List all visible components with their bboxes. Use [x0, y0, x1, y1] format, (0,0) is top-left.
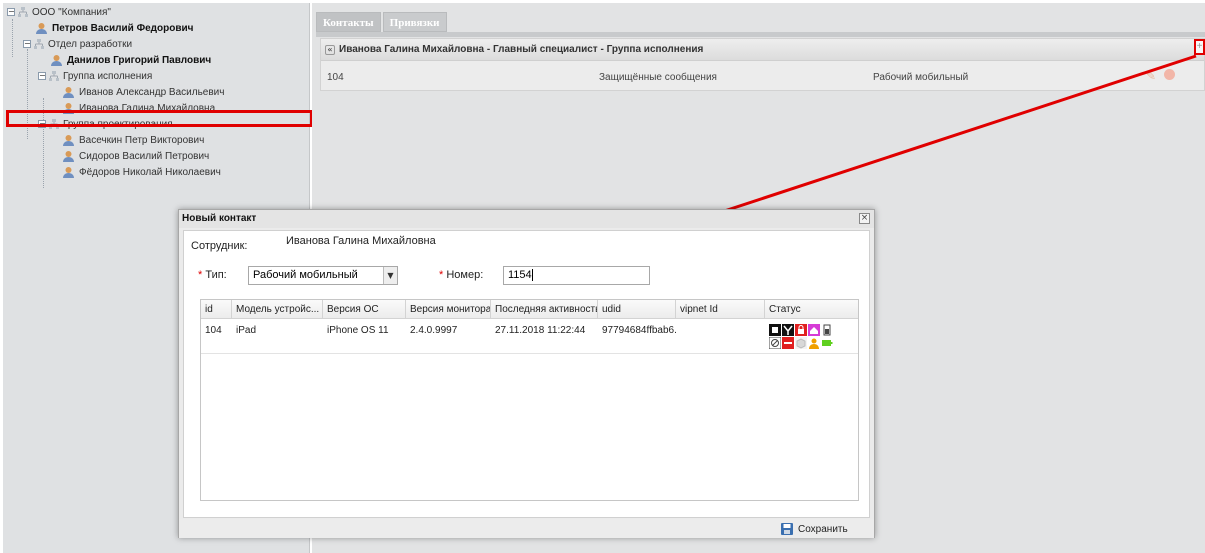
column-header-model[interactable]: Модель устройс... [232, 300, 323, 319]
tree-item-label: Отдел разработки [48, 38, 133, 50]
home-icon [808, 324, 820, 336]
person-icon [63, 86, 74, 98]
type-label-text: Тип: [205, 269, 227, 281]
cell-monitor: 2.4.0.9997 [410, 325, 458, 336]
collapse-icon[interactable]: « [325, 44, 335, 55]
battery-icon [822, 340, 833, 346]
column-header-id[interactable]: id [201, 300, 232, 319]
column-header-monitor[interactable]: Версия монитора [406, 300, 491, 319]
tree-item-person[interactable]: Васечкин Петр Викторович [62, 132, 204, 148]
dialog-footer: Сохранить [179, 519, 874, 538]
selection-annotation-box [6, 110, 313, 127]
tree-item-label: ООО "Компания" [32, 6, 111, 18]
delete-icon[interactable] [1164, 69, 1175, 80]
contact-group-title: Иванова Галина Михайловна - Главный спец… [339, 44, 704, 55]
table-row[interactable]: 104 iPad iPhone OS 11 2.4.0.9997 27.11.2… [201, 319, 858, 354]
devices-grid: id Модель устройс... Версия ОС Версия мо… [200, 299, 859, 501]
cell-os: iPhone OS 11 [327, 325, 389, 336]
tree-item-person[interactable]: Фёдоров Николай Николаевич [62, 164, 221, 180]
tab-bar: Контакты Привязки [316, 12, 449, 32]
save-button[interactable]: Сохранить [781, 521, 848, 537]
dialog-body: Сотрудник: Иванова Галина Михайловна * Т… [183, 230, 870, 518]
number-input[interactable]: 1154 [503, 266, 650, 285]
column-header-os[interactable]: Версия ОС [323, 300, 406, 319]
org-icon [34, 39, 44, 49]
collapse-icon[interactable]: − [23, 40, 31, 48]
person-icon [36, 22, 47, 34]
tab-strip [316, 32, 1205, 37]
battery-vertical-icon [823, 324, 831, 336]
new-contact-dialog: Новый контакт × Сотрудник: Иванова Галин… [178, 209, 875, 538]
employee-value: Иванова Галина Михайловна [286, 235, 436, 247]
person-icon [51, 54, 62, 66]
add-contact-button[interactable]: + [1194, 39, 1205, 55]
org-icon [49, 71, 59, 81]
person-icon [63, 166, 74, 178]
edit-icon[interactable]: ✎ [1146, 69, 1156, 83]
contact-type: Рабочий мобильный [873, 72, 969, 83]
tree-item-department[interactable]: − Отдел разработки [23, 36, 132, 52]
employee-label: Сотрудник: [191, 240, 248, 252]
tree-item-group[interactable]: − Группа исполнения [38, 68, 152, 84]
tab-contacts[interactable]: Контакты [316, 12, 381, 32]
tree-guide [12, 19, 13, 57]
disk-icon [781, 523, 793, 535]
contact-group-header[interactable]: « Иванова Галина Михайловна - Главный сп… [321, 39, 1204, 61]
tree-item-company[interactable]: − ООО "Компания" [7, 4, 111, 20]
number-label-text: Номер: [446, 269, 484, 281]
column-header-status[interactable]: Статус [765, 300, 858, 319]
column-header-udid[interactable]: udid [598, 300, 676, 319]
tree-item-person[interactable]: Данилов Григорий Павлович [50, 52, 211, 68]
close-icon[interactable]: × [859, 213, 870, 224]
person-icon [63, 150, 74, 162]
dialog-title: Новый контакт [179, 210, 874, 228]
contact-group: « Иванова Галина Михайловна - Главный сп… [320, 38, 1205, 91]
tree-item-label: Васечкин Петр Викторович [79, 134, 205, 146]
minus-icon [782, 337, 794, 349]
grid-header: id Модель устройс... Версия ОС Версия мо… [201, 300, 858, 319]
collapse-icon[interactable]: − [7, 8, 15, 16]
save-button-label: Сохранить [798, 523, 848, 535]
tree-item-label: Сидоров Василий Петрович [79, 150, 210, 162]
tree-item-label: Иванов Александр Васильевич [79, 86, 225, 98]
tree-item-person[interactable]: Иванов Александр Васильевич [62, 84, 224, 100]
person-icon [63, 134, 74, 146]
cell-model: iPad [236, 325, 257, 336]
cell-id: 104 [205, 325, 222, 336]
chevron-down-icon[interactable]: ▼ [383, 267, 397, 284]
device-black-icon [769, 324, 781, 336]
package-icon [795, 337, 807, 349]
dialog-title-text: Новый контакт [182, 213, 257, 224]
tree-item-label: Данилов Григорий Павлович [67, 54, 212, 66]
collapse-icon[interactable]: − [38, 72, 46, 80]
no-sign-icon [769, 337, 781, 349]
tree-item-label: Группа исполнения [63, 70, 153, 82]
contact-row[interactable]: 104 Защищённые сообщения Рабочий мобильн… [321, 61, 1204, 91]
number-label: * Номер: [439, 269, 484, 281]
contact-number: 104 [327, 72, 344, 83]
type-select-value: Рабочий мобильный [253, 269, 358, 281]
org-icon [18, 7, 28, 17]
number-input-value: 1154 [508, 269, 532, 281]
antenna-icon [782, 324, 794, 336]
tree-item-person[interactable]: Петров Василий Федорович [35, 20, 193, 36]
cell-udid: 97794684ffbab6... [602, 325, 676, 336]
add-icon: + [1196, 41, 1203, 52]
tree-item-person[interactable]: Сидоров Василий Петрович [62, 148, 209, 164]
column-header-vipnet[interactable]: vipnet Id [676, 300, 765, 319]
tree-item-label: Петров Василий Федорович [52, 22, 194, 34]
type-label: * Тип: [198, 269, 227, 281]
type-select[interactable]: Рабочий мобильный ▼ [248, 266, 398, 285]
text-caret [531, 269, 533, 282]
column-header-last-activity[interactable]: Последняя активность [491, 300, 598, 319]
contact-messaging: Защищённые сообщения [599, 72, 717, 83]
cell-last-activity: 27.11.2018 11:22:44 [495, 325, 586, 336]
lock-icon [795, 324, 807, 336]
user-icon [809, 338, 819, 349]
app: − ООО "Компания" Петров Василий Федорови… [0, 0, 1205, 553]
tab-bindings[interactable]: Привязки [382, 12, 447, 32]
tree-item-label: Фёдоров Николай Николаевич [79, 166, 221, 178]
